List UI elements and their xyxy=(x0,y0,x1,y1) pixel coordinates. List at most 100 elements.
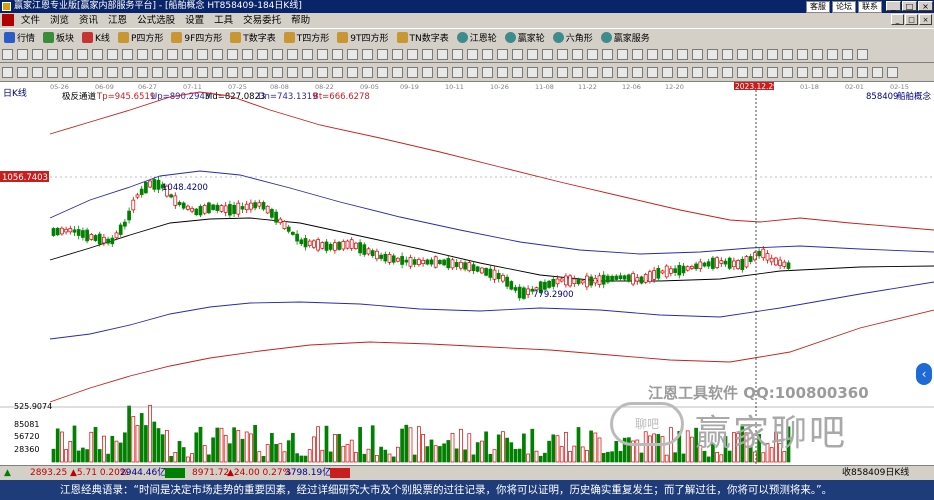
analysis-tool-icon[interactable] xyxy=(182,66,193,78)
draw-tool-icon[interactable] xyxy=(227,48,238,60)
draw-tool-icon[interactable] xyxy=(437,48,448,60)
analysis-tool-icon[interactable] xyxy=(707,66,718,78)
analysis-tool-icon[interactable] xyxy=(482,66,493,78)
draw-tool-icon[interactable] xyxy=(737,48,748,60)
draw-tool-icon[interactable] xyxy=(272,48,283,60)
winner-service-button[interactable]: 赢家服务 xyxy=(597,31,654,44)
draw-tool-icon[interactable] xyxy=(182,48,193,60)
tn-table-button[interactable]: TN数字表 xyxy=(393,31,453,44)
analysis-tool-icon[interactable] xyxy=(347,66,358,78)
9f-square-button[interactable]: 9F四方形 xyxy=(167,31,226,44)
draw-tool-icon[interactable] xyxy=(722,48,733,60)
analysis-tool-icon[interactable] xyxy=(362,66,373,78)
analysis-tool-icon[interactable] xyxy=(242,66,253,78)
draw-tool-icon[interactable] xyxy=(407,48,418,60)
analysis-tool-icon[interactable] xyxy=(422,66,433,78)
draw-tool-icon[interactable] xyxy=(842,48,853,60)
analysis-tool-icon[interactable] xyxy=(542,66,553,78)
contact-button[interactable]: 联系 xyxy=(858,1,882,13)
menu-formula[interactable]: 公式选股 xyxy=(132,13,180,28)
kline-chart[interactable]: 05-26 06-09 06-27 07-11 07-25 08-08 08-22 09-05… xyxy=(0,82,934,465)
draw-tool-icon[interactable] xyxy=(152,48,163,60)
draw-tool-icon[interactable] xyxy=(857,48,868,60)
side-collapse-icon[interactable]: ‹ xyxy=(916,363,932,385)
menu-file[interactable]: 文件 xyxy=(16,13,45,28)
analysis-tool-icon[interactable] xyxy=(377,66,388,78)
analysis-tool-icon[interactable] xyxy=(812,66,823,78)
draw-tool-icon[interactable] xyxy=(587,48,598,60)
t-square-button[interactable]: T四方形 xyxy=(280,31,334,44)
draw-tool-icon[interactable] xyxy=(47,48,58,60)
draw-tool-icon[interactable] xyxy=(782,48,793,60)
analysis-tool-icon[interactable] xyxy=(557,66,568,78)
analysis-tool-icon[interactable] xyxy=(137,66,148,78)
quote-button[interactable]: 行情 xyxy=(0,31,39,44)
draw-tool-icon[interactable] xyxy=(17,48,28,60)
draw-tool-icon[interactable] xyxy=(767,48,778,60)
analysis-tool-icon[interactable] xyxy=(527,66,538,78)
analysis-tool-icon[interactable] xyxy=(2,66,13,78)
draw-tool-icon[interactable] xyxy=(647,48,658,60)
analysis-tool-icon[interactable] xyxy=(17,66,28,78)
minimize-button[interactable]: _ xyxy=(886,1,901,11)
analysis-tool-icon[interactable] xyxy=(392,66,403,78)
menu-tools[interactable]: 工具 xyxy=(209,13,238,28)
draw-tool-icon[interactable] xyxy=(242,48,253,60)
analysis-tool-icon[interactable] xyxy=(212,66,223,78)
mdi-close-icon[interactable]: × xyxy=(919,14,932,25)
analysis-tool-icon[interactable] xyxy=(437,66,448,78)
analysis-tool-icon[interactable] xyxy=(602,66,613,78)
analysis-tool-icon[interactable] xyxy=(47,66,58,78)
menu-news[interactable]: 资讯 xyxy=(74,13,103,28)
draw-tool-icon[interactable] xyxy=(32,48,43,60)
analysis-tool-icon[interactable] xyxy=(32,66,43,78)
menu-gann[interactable]: 江恩 xyxy=(103,13,132,28)
analysis-tool-icon[interactable] xyxy=(257,66,268,78)
analysis-tool-icon[interactable] xyxy=(107,66,118,78)
analysis-tool-icon[interactable] xyxy=(122,66,133,78)
analysis-tool-icon[interactable] xyxy=(767,66,778,78)
draw-tool-icon[interactable] xyxy=(347,48,358,60)
menu-settings[interactable]: 设置 xyxy=(180,13,209,28)
draw-tool-icon[interactable] xyxy=(212,48,223,60)
draw-tool-icon[interactable] xyxy=(452,48,463,60)
analysis-tool-icon[interactable] xyxy=(407,66,418,78)
draw-tool-icon[interactable] xyxy=(332,48,343,60)
draw-tool-icon[interactable] xyxy=(677,48,688,60)
analysis-tool-icon[interactable] xyxy=(317,66,328,78)
draw-tool-icon[interactable] xyxy=(617,48,628,60)
draw-tool-icon[interactable] xyxy=(482,48,493,60)
hexagon-button[interactable]: 六角形 xyxy=(549,31,597,44)
analysis-tool-icon[interactable] xyxy=(77,66,88,78)
menu-help[interactable]: 帮助 xyxy=(286,13,315,28)
draw-tool-icon[interactable] xyxy=(122,48,133,60)
analysis-tool-icon[interactable] xyxy=(92,66,103,78)
analysis-tool-icon[interactable] xyxy=(872,66,883,78)
9t-square-button[interactable]: 9T四方形 xyxy=(333,31,392,44)
draw-tool-icon[interactable] xyxy=(257,48,268,60)
analysis-tool-icon[interactable] xyxy=(452,66,463,78)
analysis-tool-icon[interactable] xyxy=(647,66,658,78)
analysis-tool-icon[interactable] xyxy=(512,66,523,78)
draw-tool-icon[interactable] xyxy=(752,48,763,60)
analysis-tool-icon[interactable] xyxy=(857,66,868,78)
analysis-tool-icon[interactable] xyxy=(797,66,808,78)
draw-tool-icon[interactable] xyxy=(572,48,583,60)
draw-tool-icon[interactable] xyxy=(602,48,613,60)
gann-wheel-button[interactable]: 江恩轮 xyxy=(453,31,501,44)
analysis-tool-icon[interactable] xyxy=(572,66,583,78)
analysis-tool-icon[interactable] xyxy=(842,66,853,78)
mdi-restore-icon[interactable]: □ xyxy=(905,14,918,25)
draw-tool-icon[interactable] xyxy=(2,48,13,60)
draw-tool-icon[interactable] xyxy=(557,48,568,60)
analysis-tool-icon[interactable] xyxy=(887,66,898,78)
customer-service-button[interactable]: 客服 xyxy=(806,1,830,13)
analysis-tool-icon[interactable] xyxy=(467,66,478,78)
analysis-tool-icon[interactable] xyxy=(332,66,343,78)
analysis-tool-icon[interactable] xyxy=(587,66,598,78)
close-button[interactable]: × xyxy=(918,1,933,11)
draw-tool-icon[interactable] xyxy=(707,48,718,60)
winner-wheel-button[interactable]: 赢家轮 xyxy=(501,31,549,44)
draw-tool-icon[interactable] xyxy=(422,48,433,60)
analysis-tool-icon[interactable] xyxy=(617,66,628,78)
